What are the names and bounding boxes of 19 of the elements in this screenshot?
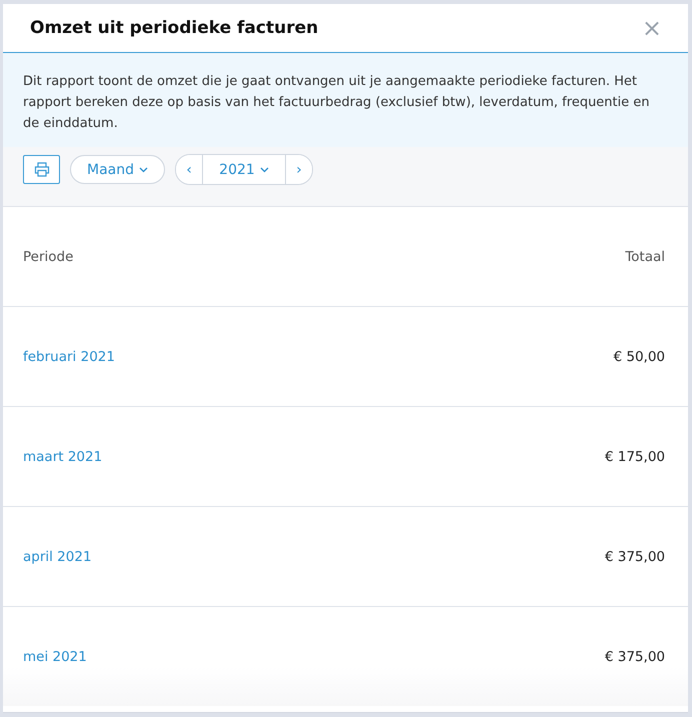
report-description: Dit rapport toont de omzet die je gaat ontvangen uit je aangemaakte periodieke facturen. Het rapport bereken deze op basis van het factuurbedrag (exclusief btw), leverdatum, frequentie en de einddatum. xyxy=(3,53,688,147)
period-dropdown[interactable]: Maand xyxy=(70,155,165,184)
column-header: Periode xyxy=(23,248,74,264)
period-link[interactable]: april 2021 xyxy=(23,548,92,564)
printer-icon xyxy=(34,162,50,177)
total-amount: € 175,00 xyxy=(604,448,665,464)
print-button[interactable] xyxy=(23,155,60,184)
close-button[interactable]: × xyxy=(642,14,662,42)
chevron-down-icon xyxy=(139,166,148,172)
total-amount: € 375,00 xyxy=(604,648,665,664)
total-amount: € 375,00 xyxy=(604,548,665,564)
period-link[interactable]: februari 2021 xyxy=(23,348,115,364)
column-header: Totaal xyxy=(625,248,665,264)
total-amount: € 50,00 xyxy=(613,348,665,364)
period-link[interactable]: mei 2021 xyxy=(23,648,87,664)
chevron-down-icon xyxy=(260,166,269,172)
period-link[interactable]: maart 2021 xyxy=(23,448,102,464)
dialog-title: Omzet uit periodieke facturen xyxy=(30,18,318,38)
year-dropdown[interactable]: 2021 xyxy=(202,155,286,184)
